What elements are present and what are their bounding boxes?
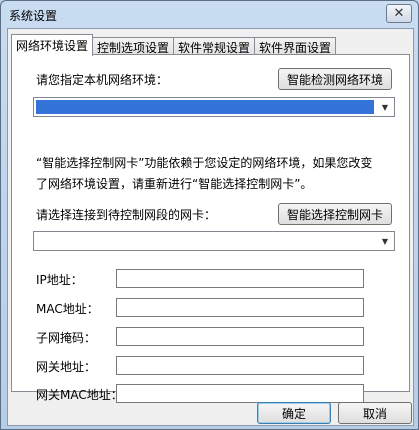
window-title: 系统设置 bbox=[9, 9, 58, 23]
close-button[interactable]: ✕ bbox=[386, 4, 412, 23]
gateway-label: 网关地址： bbox=[36, 360, 97, 374]
subnet-mask-label: 子网掩码： bbox=[36, 331, 97, 345]
chevron-down-icon[interactable]: ▼ bbox=[377, 99, 393, 115]
nic-select-value bbox=[36, 234, 374, 248]
cancel-button[interactable]: 取消 bbox=[338, 402, 412, 424]
nic-select[interactable]: ▼ bbox=[33, 231, 395, 251]
network-env-select-value bbox=[36, 100, 374, 114]
description-line-2: 了网络环境设置，请重新进行“智能选择控制网卡”。 bbox=[36, 177, 313, 191]
mac-label: MAC地址： bbox=[36, 302, 99, 316]
description-line-1: “智能选择控制网卡”功能依赖于您设定的网络环境，如果您改变 bbox=[36, 156, 373, 170]
chevron-down-icon[interactable]: ▼ bbox=[377, 233, 393, 249]
tab-network-environment[interactable]: 网络环境设置 bbox=[11, 34, 94, 56]
nic-label: 请选择连接到待控制网段的网卡： bbox=[36, 208, 217, 222]
title-bar[interactable]: 系统设置 ✕ bbox=[1, 1, 418, 27]
ip-field[interactable] bbox=[116, 269, 364, 288]
gateway-mac-field[interactable] bbox=[116, 384, 364, 403]
gateway-mac-label: 网关MAC地址： bbox=[36, 388, 123, 402]
subnet-mask-field[interactable] bbox=[116, 327, 364, 346]
tab-panel-network-environment: 请您指定本机网络环境： 智能检测网络环境 ▼ “智能选择控制网卡”功能依赖于您设… bbox=[11, 54, 410, 403]
detect-network-button[interactable]: 智能检测网络环境 bbox=[278, 68, 392, 90]
settings-dialog: 系统设置 ✕ 网络环境设置 控制选项设置 软件常规设置 软件界面设置 请您指定本… bbox=[0, 0, 419, 430]
ok-button[interactable]: 确定 bbox=[257, 402, 331, 424]
close-icon: ✕ bbox=[393, 6, 405, 21]
mac-field[interactable] bbox=[116, 298, 364, 317]
network-env-label: 请您指定本机网络环境： bbox=[36, 73, 169, 87]
network-env-select[interactable]: ▼ bbox=[33, 97, 395, 117]
gateway-field[interactable] bbox=[116, 356, 364, 375]
tab-strip: 网络环境设置 控制选项设置 软件常规设置 软件界面设置 bbox=[11, 34, 337, 56]
description-text: “智能选择控制网卡”功能依赖于您设定的网络环境，如果您改变 了网络环境设置，请重… bbox=[36, 153, 396, 195]
select-nic-button[interactable]: 智能选择控制网卡 bbox=[278, 203, 392, 225]
dialog-body: 网络环境设置 控制选项设置 软件常规设置 软件界面设置 请您指定本机网络环境： … bbox=[7, 28, 414, 426]
ip-label: IP地址： bbox=[36, 273, 83, 287]
